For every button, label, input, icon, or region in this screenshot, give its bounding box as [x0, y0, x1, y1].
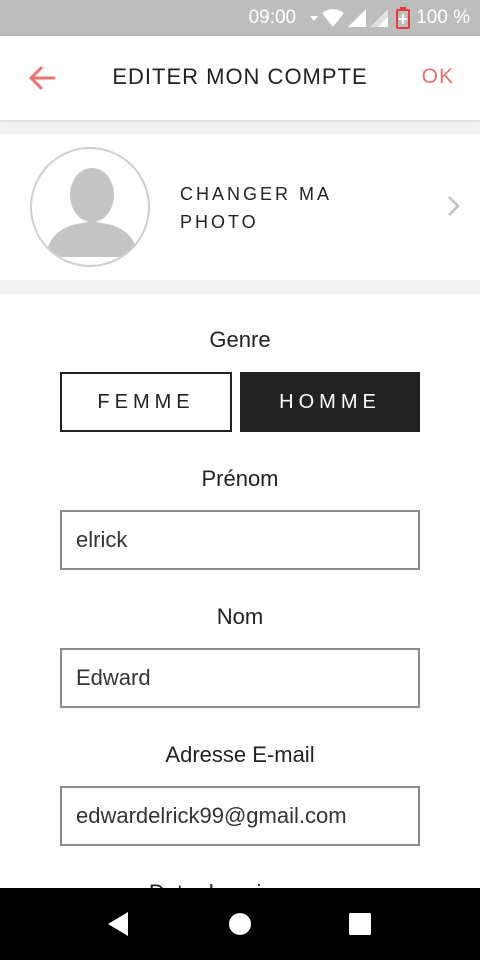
battery-icon — [396, 7, 411, 29]
change-photo-label: CHANGER MA PHOTO — [180, 184, 332, 232]
gender-option-homme[interactable]: HOMME — [240, 372, 420, 432]
birthdate-label: Date de naissance — [0, 880, 480, 888]
user-silhouette-icon — [46, 168, 138, 257]
last-name-input[interactable]: Edward — [60, 648, 420, 708]
chevron-right-icon — [448, 196, 460, 216]
avatar — [30, 147, 150, 267]
first-name-label: Prénom — [201, 466, 279, 491]
ok-button[interactable]: OK — [422, 65, 454, 89]
battery: 100 % — [396, 7, 470, 29]
page-title: EDITER MON COMPTE — [112, 64, 368, 89]
system-nav-bar — [0, 888, 480, 960]
last-name-label: Nom — [216, 604, 264, 629]
account-form: Genre FEMME HOMME Prénom elrick Nom Edwa… — [0, 294, 480, 888]
cell-signal-icon — [348, 9, 367, 27]
gender-label: Genre — [209, 327, 271, 352]
email-input[interactable]: edwardelrick99@gmail.com — [60, 786, 420, 846]
change-photo-row[interactable]: CHANGER MA PHOTO — [0, 134, 480, 280]
home-nav-icon[interactable] — [228, 910, 252, 938]
signal-icons — [310, 9, 389, 27]
first-name-input[interactable]: elrick — [60, 510, 420, 570]
gender-option-femme[interactable]: FEMME — [60, 372, 232, 432]
cell-signal-2-icon — [370, 9, 389, 27]
back-nav-icon[interactable] — [106, 910, 130, 938]
wifi-icon — [322, 9, 345, 27]
battery-level: 100 % — [416, 7, 470, 28]
email-label: Adresse E-mail — [165, 742, 315, 767]
status-time: 09:00 — [248, 7, 297, 28]
status-bar: 09:00 100 % — [0, 0, 480, 36]
app-bar: EDITER MON COMPTE OK — [0, 36, 480, 120]
vibrate-icon — [310, 16, 319, 21]
recents-nav-icon[interactable] — [348, 910, 372, 938]
